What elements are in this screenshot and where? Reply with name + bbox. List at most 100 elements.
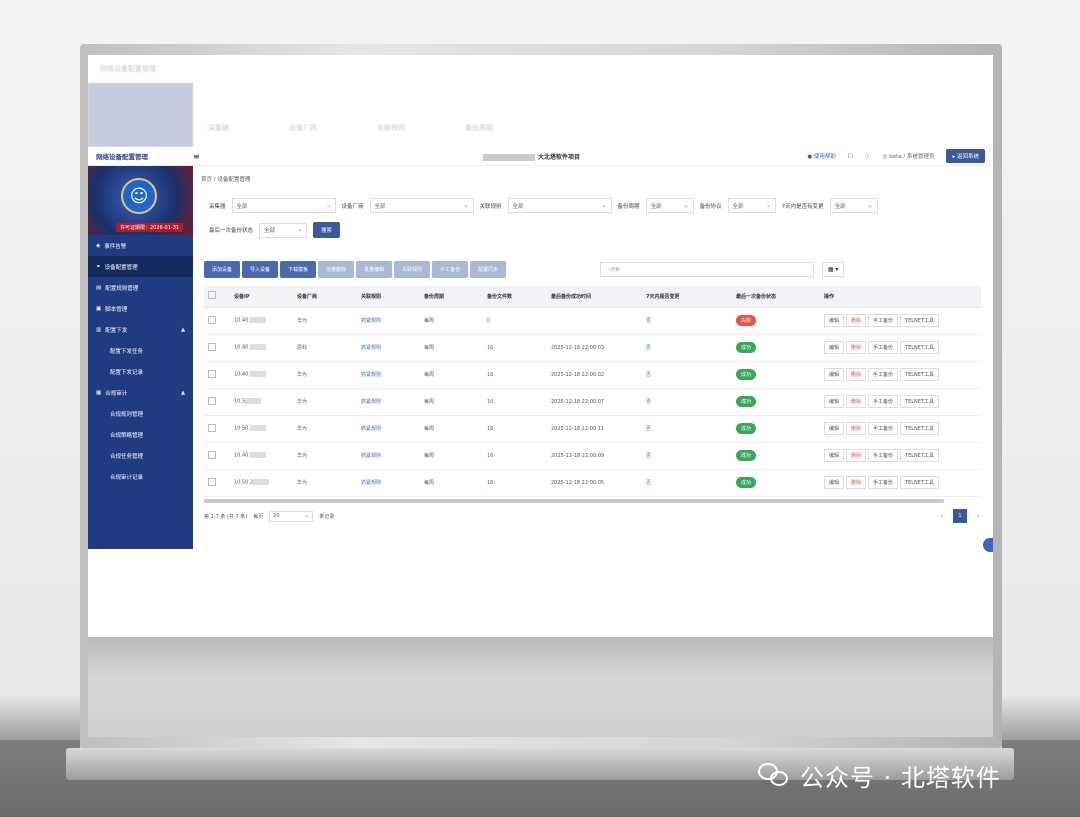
sidebar-item-push-tasks[interactable]: 配置下发任务 bbox=[88, 340, 193, 361]
telnet-tool-button[interactable]: TELNET工具 bbox=[900, 476, 939, 489]
config-sync-button[interactable]: 配置同步 bbox=[470, 261, 507, 278]
header-files[interactable]: 备份文件数 bbox=[483, 286, 547, 308]
telnet-tool-button[interactable]: TELNET工具 bbox=[900, 449, 939, 462]
prev-page-icon[interactable]: ‹ bbox=[941, 513, 943, 519]
delete-button[interactable]: 删除 bbox=[846, 476, 867, 489]
sidebar-item-scripts[interactable]: ▣ 脚本管理 bbox=[88, 298, 193, 319]
cell-rule-link[interactable]: 抓紧规则 bbox=[357, 334, 420, 362]
back-button[interactable]: ▸ 返回系统 bbox=[946, 149, 985, 163]
breadcrumb-home[interactable]: 首页 bbox=[201, 177, 212, 183]
manual-backup-row-button[interactable]: 手工备份 bbox=[868, 395, 899, 408]
sidebar-item-compliance[interactable]: ▦ 合规审计 ▲ bbox=[88, 382, 193, 403]
sidebar-item-device-config[interactable]: ⚭ 设备配置管理 bbox=[88, 256, 193, 277]
import-device-button[interactable]: 导入设备 bbox=[242, 261, 279, 278]
edit-button[interactable]: 编辑 bbox=[824, 368, 845, 381]
user-menu[interactable]: ◎ beta / 系统管理员 bbox=[883, 152, 935, 160]
sidebar-item-compliance-tasks[interactable]: 合规任务管理 bbox=[88, 445, 193, 466]
help-link[interactable]: ● 使用帮助 bbox=[807, 152, 836, 160]
manual-backup-row-button[interactable]: 手工备份 bbox=[868, 422, 899, 435]
delete-button[interactable]: 删除 bbox=[846, 368, 867, 381]
sidebar-item-compliance-rules[interactable]: 合规规则管理 bbox=[88, 403, 193, 424]
header-rule[interactable]: 关联规则 bbox=[357, 286, 420, 308]
sidebar-item-config-rules[interactable]: ▤ 配置规则管理 bbox=[88, 277, 193, 298]
header-changed[interactable]: 7天内是否变更 bbox=[642, 286, 732, 308]
row-checkbox[interactable] bbox=[208, 396, 216, 405]
cell-rule-link[interactable]: 抓紧规则 bbox=[357, 442, 420, 470]
cell-rule-link[interactable]: 抓紧规则 bbox=[357, 469, 420, 497]
cell-files-link[interactable]: 16 bbox=[483, 442, 547, 470]
row-checkbox[interactable] bbox=[208, 369, 216, 378]
manual-backup-row-button[interactable]: 手工备份 bbox=[868, 368, 899, 381]
header-status[interactable]: 最后一次备份状态 bbox=[732, 286, 820, 308]
sidebar-item-config-push[interactable]: ▥ 配置下发 ▲ bbox=[88, 319, 193, 340]
protocol-select[interactable]: 全部 ⌄ bbox=[727, 198, 776, 213]
delete-button[interactable]: 删除 bbox=[846, 341, 867, 354]
edit-button[interactable]: 编辑 bbox=[824, 476, 845, 489]
message-icon[interactable]: ▢ bbox=[848, 153, 853, 159]
delete-button[interactable]: 删除 bbox=[846, 314, 867, 327]
edit-button[interactable]: 编辑 bbox=[824, 341, 845, 354]
edit-button[interactable]: 编辑 bbox=[824, 395, 845, 408]
sidebar-item-compliance-records[interactable]: 合规审计记录 bbox=[88, 466, 193, 487]
row-checkbox[interactable] bbox=[208, 477, 216, 486]
row-checkbox[interactable] bbox=[208, 450, 216, 459]
edit-button[interactable]: 编辑 bbox=[824, 314, 845, 327]
download-template-button[interactable]: 下载模板 bbox=[280, 261, 317, 278]
table-search-input[interactable]: ⌕ 搜索 bbox=[600, 262, 815, 277]
header-time[interactable]: 最后备份成功时间 bbox=[547, 286, 642, 308]
manual-backup-row-button[interactable]: 手工备份 bbox=[868, 476, 899, 489]
row-checkbox[interactable] bbox=[208, 315, 216, 324]
sidebar-item-compliance-policies[interactable]: 合规策略管理 bbox=[88, 424, 193, 445]
cell-files-link[interactable]: 16 bbox=[483, 388, 547, 416]
sidebar-item-alarms[interactable]: ◈ 事件告警 bbox=[88, 235, 193, 256]
vendor-select[interactable]: 全部 ⌄ bbox=[369, 198, 474, 213]
hamburger-icon[interactable]: ≡ bbox=[193, 152, 200, 161]
row-checkbox[interactable] bbox=[208, 342, 216, 351]
cell-rule-link[interactable]: 抓紧规则 bbox=[357, 307, 420, 335]
next-page-icon[interactable]: › bbox=[977, 513, 979, 519]
column-settings-button[interactable]: ▦ ▾ bbox=[822, 262, 845, 277]
cell-files-link[interactable]: 16 bbox=[483, 415, 547, 443]
telnet-tool-button[interactable]: TELNET工具 bbox=[900, 341, 939, 354]
telnet-tool-button[interactable]: TELNET工具 bbox=[900, 368, 939, 381]
cell-files-link[interactable]: 16 bbox=[483, 361, 547, 389]
per-page-select[interactable]: 20 ⌄ bbox=[269, 510, 314, 522]
collector-select[interactable]: 全部 ⌄ bbox=[231, 198, 336, 213]
cell-files-link[interactable]: 16 bbox=[483, 469, 547, 497]
floating-tab[interactable] bbox=[983, 538, 993, 552]
info-icon[interactable]: ⓘ bbox=[865, 152, 871, 160]
select-all-checkbox[interactable] bbox=[208, 291, 216, 300]
manual-backup-button[interactable]: 手工备份 bbox=[432, 261, 469, 278]
delete-button[interactable]: 删除 bbox=[846, 395, 867, 408]
telnet-tool-button[interactable]: TELNET工具 bbox=[900, 395, 939, 408]
edit-button[interactable]: 编辑 bbox=[824, 449, 845, 462]
header-vendor[interactable]: 设备厂商 bbox=[293, 286, 357, 308]
header-cycle[interactable]: 备份周期 bbox=[420, 286, 483, 308]
search-button[interactable]: 搜索 bbox=[313, 222, 341, 238]
rule-select[interactable]: 全部 ⌄ bbox=[507, 198, 612, 213]
batch-edit-button[interactable]: 批量编辑 bbox=[356, 261, 393, 278]
edit-button[interactable]: 编辑 bbox=[824, 422, 845, 435]
page-number-button[interactable]: 1 bbox=[953, 509, 967, 523]
batch-delete-button[interactable]: 批量删除 bbox=[318, 261, 355, 278]
add-device-button[interactable]: 添加设备 bbox=[204, 261, 241, 278]
sidebar-item-push-records[interactable]: 配置下发记录 bbox=[88, 361, 193, 382]
cell-files-link[interactable]: 16 bbox=[483, 334, 547, 362]
delete-button[interactable]: 删除 bbox=[846, 449, 867, 462]
changed-select[interactable]: 全部 ⌄ bbox=[829, 198, 878, 213]
manual-backup-row-button[interactable]: 手工备份 bbox=[868, 449, 899, 462]
manual-backup-row-button[interactable]: 手工备份 bbox=[868, 341, 899, 354]
header-ip[interactable]: 设备IP bbox=[230, 286, 293, 308]
manual-backup-row-button[interactable]: 手工备份 bbox=[868, 314, 899, 327]
cell-rule-link[interactable]: 抓紧规则 bbox=[357, 388, 420, 416]
cycle-select[interactable]: 全部 ⌄ bbox=[645, 198, 694, 213]
last-status-select[interactable]: 全部 ⌄ bbox=[259, 222, 308, 238]
delete-button[interactable]: 删除 bbox=[846, 422, 867, 435]
row-checkbox[interactable] bbox=[208, 423, 216, 432]
telnet-tool-button[interactable]: TELNET工具 bbox=[900, 422, 939, 435]
cell-files-link[interactable]: 0 bbox=[483, 307, 547, 335]
cell-rule-link[interactable]: 抓紧规则 bbox=[357, 361, 420, 389]
cell-rule-link[interactable]: 抓紧规则 bbox=[357, 415, 420, 443]
link-rule-button[interactable]: 关联规则 bbox=[394, 261, 431, 278]
telnet-tool-button[interactable]: TELNET工具 bbox=[900, 314, 939, 327]
